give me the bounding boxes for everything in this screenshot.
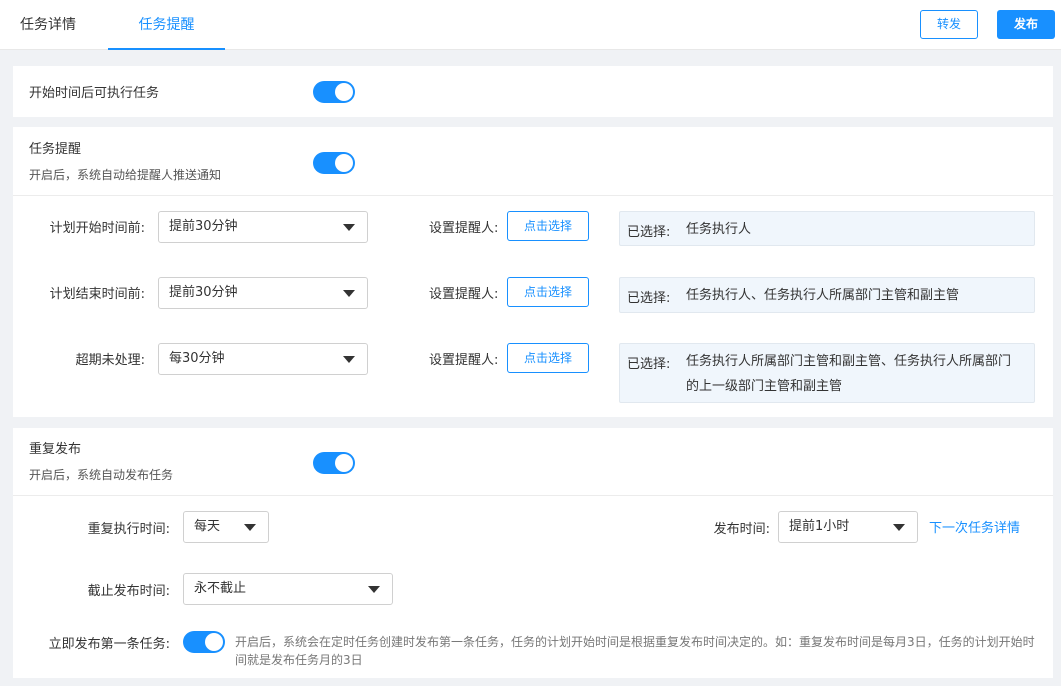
publish-first-label: 立即发布第一条任务:	[48, 637, 170, 652]
chosen-box: 已选择: 任务执行人	[619, 211, 1035, 246]
set-reminder-label: 设置提醒人:	[429, 353, 499, 368]
publish-first-toggle[interactable]	[183, 631, 225, 653]
start-exec-label: 开始时间后可执行任务	[29, 86, 160, 101]
repeat-publish-card: 重复发布 开启后，系统自动发布任务 重复执行时间: 每天 发布时间: 提前1小时…	[13, 428, 1053, 678]
tab-task-detail[interactable]: 任务详情	[20, 0, 76, 50]
chosen-box: 已选择: 任务执行人所属部门主管和副主管、任务执行人所属部门的上一级部门主管和副…	[619, 343, 1035, 403]
task-remind-toggle[interactable]	[313, 152, 355, 174]
set-reminder-label: 设置提醒人:	[429, 221, 499, 236]
end-publish-time-select[interactable]: 永不截止	[183, 573, 393, 605]
chosen-label: 已选择:	[627, 291, 671, 306]
repeat-toggle[interactable]	[313, 452, 355, 474]
remind-row-label: 计划开始时间前:	[49, 221, 145, 236]
select-value: 每天	[194, 519, 221, 534]
end-publish-time-label: 截止发布时间:	[87, 584, 170, 599]
caret-down-icon	[893, 524, 905, 531]
task-remind-desc: 开启后，系统自动给提醒人推送通知	[29, 168, 222, 182]
caret-down-icon	[244, 524, 256, 531]
chosen-value: 任务执行人	[686, 222, 752, 237]
tab-task-remind[interactable]: 任务提醒	[108, 0, 225, 50]
start-exec-toggle[interactable]	[313, 81, 355, 103]
forward-button[interactable]: 转发	[920, 10, 978, 39]
select-value: 提前30分钟	[169, 285, 238, 300]
caret-down-icon	[343, 224, 355, 231]
publish-time-label: 发布时间:	[713, 522, 770, 537]
task-remind-card: 任务提醒 开启后，系统自动给提醒人推送通知 计划开始时间前: 提前30分钟 设置…	[13, 127, 1053, 417]
pick-reminder-button[interactable]: 点击选择	[507, 211, 589, 241]
toggle-knob	[205, 633, 223, 651]
remind-end-select[interactable]: 提前30分钟	[158, 277, 368, 309]
repeat-desc: 开启后，系统自动发布任务	[29, 468, 174, 482]
divider	[13, 195, 1053, 196]
start-exec-card: 开始时间后可执行任务	[13, 66, 1053, 117]
caret-down-icon	[343, 290, 355, 297]
divider	[13, 495, 1053, 496]
chosen-label: 已选择:	[627, 225, 671, 240]
remind-row-label: 计划结束时间前:	[49, 287, 145, 302]
publish-first-note: 开启后，系统会在定时任务创建时发布第一条任务，任务的计划开始时间是根据重复发布时…	[235, 635, 1035, 667]
repeat-exec-time-label: 重复执行时间:	[87, 522, 170, 537]
task-remind-title: 任务提醒	[29, 142, 82, 157]
top-bar: 任务详情 任务提醒 转发 发布	[0, 0, 1061, 50]
chosen-label: 已选择:	[627, 357, 671, 372]
pick-reminder-button[interactable]: 点击选择	[507, 343, 589, 373]
chosen-value: 任务执行人所属部门主管和副主管、任务执行人所属部门的上一级部门主管和副主管	[686, 354, 1012, 394]
select-value: 每30分钟	[169, 351, 225, 366]
select-value: 永不截止	[194, 581, 247, 596]
chosen-value: 任务执行人、任务执行人所属部门主管和副主管	[686, 288, 960, 303]
set-reminder-label: 设置提醒人:	[429, 287, 499, 302]
caret-down-icon	[343, 356, 355, 363]
toggle-knob	[335, 83, 353, 101]
select-value: 提前30分钟	[169, 219, 238, 234]
caret-down-icon	[368, 586, 380, 593]
repeat-exec-time-select[interactable]: 每天	[183, 511, 269, 543]
remind-row-label: 超期未处理:	[75, 353, 145, 368]
publish-time-select[interactable]: 提前1小时	[778, 511, 918, 543]
publish-button[interactable]: 发布	[997, 10, 1055, 39]
remind-start-select[interactable]: 提前30分钟	[158, 211, 368, 243]
select-value: 提前1小时	[789, 519, 850, 534]
toggle-knob	[335, 454, 353, 472]
pick-reminder-button[interactable]: 点击选择	[507, 277, 589, 307]
repeat-title: 重复发布	[29, 442, 82, 457]
chosen-box: 已选择: 任务执行人、任务执行人所属部门主管和副主管	[619, 277, 1035, 313]
next-task-detail-link[interactable]: 下一次任务详情	[929, 517, 1020, 536]
toggle-knob	[335, 154, 353, 172]
remind-overdue-select[interactable]: 每30分钟	[158, 343, 368, 375]
